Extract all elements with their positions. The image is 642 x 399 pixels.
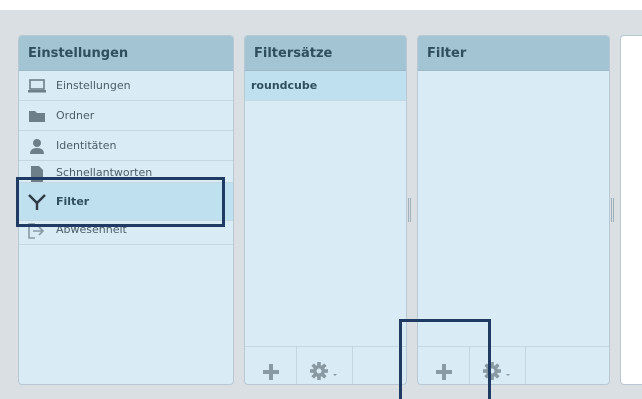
filtersets-footer xyxy=(245,346,406,384)
user-icon xyxy=(28,138,46,154)
filterset-label: roundcube xyxy=(251,79,318,92)
splitter-handle[interactable] xyxy=(611,198,614,222)
filter-detail-panel xyxy=(620,35,642,385)
laptop-icon xyxy=(28,78,46,94)
plus-icon xyxy=(263,364,279,380)
settings-item-label: Identitäten xyxy=(56,139,117,152)
filtersets-panel: Filtersätze roundcube xyxy=(244,35,407,385)
highlight-add-filter xyxy=(399,319,491,399)
folder-icon xyxy=(28,108,46,124)
filterset-actions-button[interactable] xyxy=(297,347,353,384)
filters-panel-title: Filter xyxy=(418,36,609,71)
settings-panel-title: Einstellungen xyxy=(19,36,233,71)
settings-item-einstellungen[interactable]: Einstellungen xyxy=(19,71,233,101)
filterset-row[interactable]: roundcube xyxy=(245,71,406,101)
settings-item-label: Einstellungen xyxy=(56,79,131,92)
settings-item-label: Ordner xyxy=(56,109,95,122)
settings-item-ordner[interactable]: Ordner xyxy=(19,101,233,131)
splitter-handle[interactable] xyxy=(408,198,411,222)
add-filterset-button[interactable] xyxy=(245,347,297,384)
gear-icon xyxy=(310,362,337,380)
settings-item-identitaeten[interactable]: Identitäten xyxy=(19,131,233,161)
highlight-filter-menu xyxy=(16,177,225,227)
filtersets-panel-title: Filtersätze xyxy=(245,36,406,71)
